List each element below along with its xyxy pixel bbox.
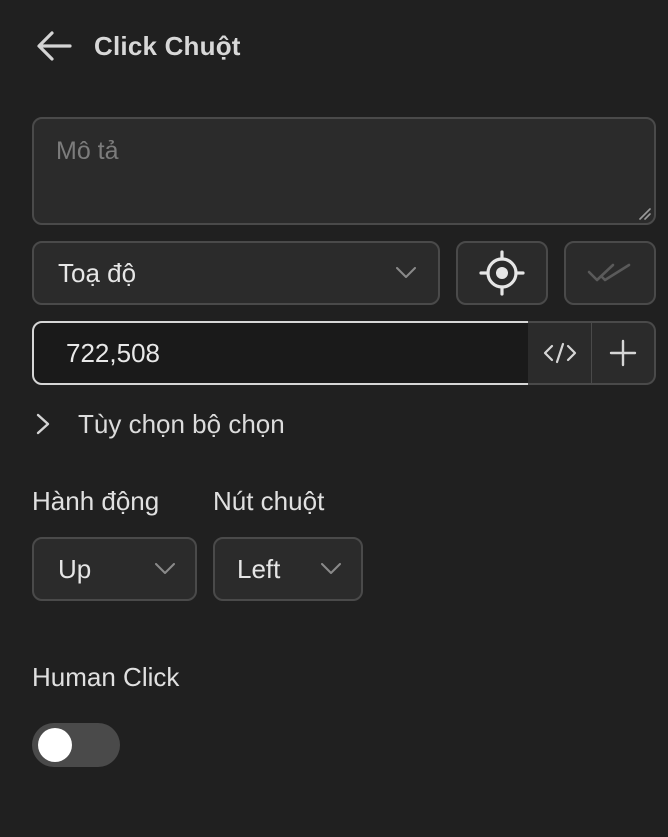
action-select[interactable]: Up — [32, 537, 197, 601]
locator-type-value: Toạ độ — [58, 257, 137, 288]
double-check-icon — [587, 263, 631, 282]
verify-button[interactable] — [564, 241, 656, 305]
coordinate-input[interactable] — [32, 321, 530, 385]
click-mouse-panel: Click Chuột Toạ độ — [0, 0, 668, 837]
selector-options-toggle[interactable]: Tùy chọn bộ chọn — [34, 404, 285, 444]
action-value: Up — [58, 553, 92, 584]
toggle-knob — [38, 728, 72, 762]
chevron-down-icon — [396, 267, 416, 278]
mouse-button-value: Left — [237, 553, 281, 584]
selector-options-label: Tùy chọn bộ chọn — [78, 408, 285, 439]
human-click-label: Human Click — [32, 662, 180, 692]
human-click-toggle[interactable] — [32, 723, 120, 767]
add-button[interactable] — [592, 321, 656, 385]
crosshair-icon — [479, 250, 525, 296]
mouse-button-label: Nút chuột — [213, 486, 325, 516]
pick-target-button[interactable] — [456, 241, 548, 305]
description-input[interactable] — [34, 119, 654, 223]
action-label: Hành động — [32, 486, 160, 516]
page-title: Click Chuột — [94, 30, 241, 61]
chevron-down-icon — [321, 563, 341, 574]
description-field-wrapper — [32, 117, 656, 225]
arrow-left-icon — [37, 31, 72, 61]
resize-handle-icon[interactable] — [637, 206, 651, 220]
coordinate-input-group — [32, 321, 656, 385]
code-icon — [543, 342, 576, 364]
mouse-button-select[interactable]: Left — [213, 537, 363, 601]
plus-icon — [609, 339, 637, 367]
chevron-right-icon — [36, 413, 50, 435]
code-button[interactable] — [528, 321, 592, 385]
panel-header: Click Chuột — [36, 24, 241, 68]
chevron-down-icon — [155, 563, 175, 574]
back-button[interactable] — [34, 26, 74, 66]
locator-type-select[interactable]: Toạ độ — [32, 241, 440, 305]
